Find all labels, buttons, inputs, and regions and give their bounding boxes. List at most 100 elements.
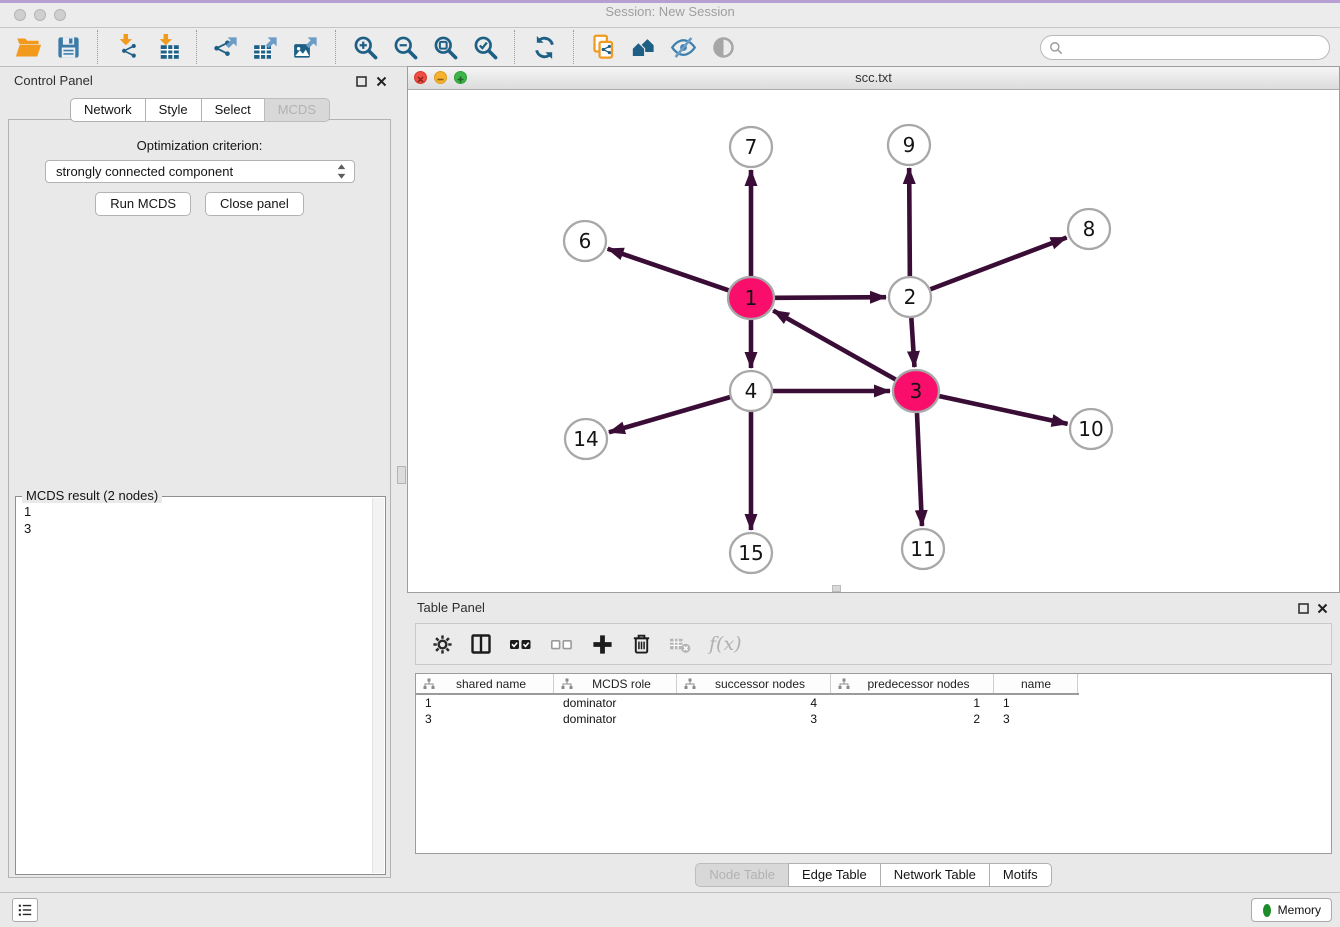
tab-network[interactable]: Network	[70, 98, 146, 122]
column-header-MCDS-role[interactable]: MCDS role	[554, 674, 677, 693]
table-cell[interactable]: 3	[416, 712, 554, 726]
select-stepper-icon	[337, 164, 346, 179]
zoom-out-button[interactable]	[390, 32, 420, 62]
svg-text:11: 11	[910, 537, 935, 561]
graph-edge-4-14[interactable]	[609, 397, 730, 432]
main-toolbar	[0, 28, 1340, 67]
close-panel-button[interactable]: Close panel	[205, 192, 304, 216]
toolbar-separator	[514, 30, 515, 64]
create-column-plus-icon[interactable]	[591, 633, 614, 656]
zoom-selected-button[interactable]	[470, 32, 500, 62]
select-all-checkboxes-icon[interactable]	[509, 633, 533, 655]
zoom-network-icon[interactable]	[454, 71, 467, 84]
tab-edge-table[interactable]: Edge Table	[788, 863, 881, 887]
close-network-icon[interactable]	[414, 71, 427, 84]
table-cell[interactable]: 1	[831, 696, 994, 710]
svg-text:8: 8	[1083, 217, 1096, 241]
graph-node-1[interactable]: 1	[728, 277, 774, 319]
horizontal-splitter-handle[interactable]	[832, 585, 841, 592]
tab-mcds[interactable]: MCDS	[264, 98, 330, 122]
graph-node-2[interactable]: 2	[889, 277, 931, 317]
network-canvas[interactable]: 7 9 6 8 1 2 4 3 14 10 15 11	[408, 89, 1339, 592]
export-table-button[interactable]	[251, 32, 281, 62]
graph-edge-1-6[interactable]	[608, 249, 729, 291]
memory-button[interactable]: Memory	[1251, 898, 1332, 922]
close-table-panel-icon[interactable]	[1315, 601, 1329, 615]
close-panel-icon[interactable]	[374, 74, 388, 88]
tab-select[interactable]: Select	[201, 98, 265, 122]
save-floppy-icon	[55, 34, 82, 61]
graph-node-15[interactable]: 15	[730, 533, 772, 573]
graph-edge-2-9[interactable]	[909, 168, 910, 276]
column-layout-icon[interactable]	[470, 633, 492, 655]
graph-edge-1-2[interactable]	[775, 297, 886, 298]
delete-columns-trash-icon[interactable]	[631, 633, 652, 655]
column-type-icon	[838, 678, 850, 690]
graph-node-8[interactable]: 8	[1068, 209, 1110, 249]
table-cell[interactable]: dominator	[554, 696, 677, 710]
zoom-in-button[interactable]	[350, 32, 380, 62]
table-cell[interactable]: 1	[416, 696, 554, 710]
tab-motifs[interactable]: Motifs	[989, 863, 1052, 887]
import-table-button[interactable]	[152, 32, 182, 62]
table-options-gear-icon[interactable]	[432, 634, 453, 655]
save-session-button[interactable]	[53, 32, 83, 62]
search-input[interactable]	[1063, 37, 1329, 59]
column-header-predecessor-nodes[interactable]: predecessor nodes	[831, 674, 994, 693]
clone-network-icon	[590, 34, 617, 61]
graph-node-11[interactable]: 11	[902, 529, 944, 569]
result-scrollbar[interactable]	[372, 498, 384, 873]
app-title: Session: New Session	[0, 4, 1340, 19]
graph-edge-2-8[interactable]	[930, 237, 1066, 289]
control-panel-title: Control Panel	[14, 73, 93, 88]
import-network-button[interactable]	[112, 32, 142, 62]
mcds-result-text[interactable]: 1 3	[16, 500, 371, 872]
table-row[interactable]: 1dominator411	[416, 695, 1331, 711]
minimize-network-icon[interactable]	[434, 71, 447, 84]
graph-node-14[interactable]: 14	[565, 419, 607, 459]
graph-edge-3-10[interactable]	[939, 396, 1067, 424]
tab-node-table[interactable]: Node Table	[695, 863, 789, 887]
network-window-titlebar: scc.txt	[408, 67, 1339, 90]
table-cell[interactable]: 4	[677, 696, 831, 710]
column-header-successor-nodes[interactable]: successor nodes	[677, 674, 831, 693]
hide-selected-button[interactable]	[668, 32, 698, 62]
graph-node-10[interactable]: 10	[1070, 409, 1112, 449]
column-header-name[interactable]: name	[994, 674, 1078, 693]
status-bar: Memory	[0, 892, 1340, 927]
tab-style[interactable]: Style	[145, 98, 202, 122]
optimization-criterion-select[interactable]: strongly connected component	[45, 160, 355, 183]
tab-network-table[interactable]: Network Table	[880, 863, 990, 887]
table-cell[interactable]: 1	[994, 696, 1078, 710]
graph-node-4[interactable]: 4	[730, 371, 772, 411]
graph-node-6[interactable]: 6	[564, 221, 606, 261]
table-cell[interactable]: dominator	[554, 712, 677, 726]
graph-node-3[interactable]: 3	[893, 370, 939, 412]
search-field[interactable]	[1040, 35, 1330, 60]
graph-node-7[interactable]: 7	[730, 127, 772, 167]
task-history-button[interactable]	[12, 898, 38, 922]
run-mcds-button[interactable]: Run MCDS	[95, 192, 191, 216]
refresh-network-button[interactable]	[529, 32, 559, 62]
table-row[interactable]: 3dominator323	[416, 711, 1331, 727]
zoom-fit-button[interactable]	[430, 32, 460, 62]
graph-edge-2-3[interactable]	[911, 318, 914, 367]
optimization-criterion-label: Optimization criterion:	[9, 138, 390, 153]
float-table-panel-icon[interactable]	[1296, 601, 1310, 615]
column-header-shared-name[interactable]: shared name	[416, 674, 554, 693]
export-image-button[interactable]	[291, 32, 321, 62]
vertical-splitter-handle[interactable]	[397, 466, 406, 484]
open-session-button[interactable]	[13, 32, 43, 62]
export-network-button[interactable]	[211, 32, 241, 62]
table-cell[interactable]: 3	[677, 712, 831, 726]
deselect-all-checkboxes-icon	[550, 633, 574, 655]
float-panel-icon[interactable]	[354, 74, 368, 88]
graph-edge-3-1[interactable]	[773, 311, 895, 380]
table-cell[interactable]: 3	[994, 712, 1078, 726]
table-cell[interactable]: 2	[831, 712, 994, 726]
graph-edge-3-11[interactable]	[917, 413, 922, 526]
clone-network-button[interactable]	[588, 32, 618, 62]
graph-node-9[interactable]: 9	[888, 125, 930, 165]
first-neighbors-button[interactable]	[628, 32, 658, 62]
export-network-icon	[213, 34, 240, 61]
